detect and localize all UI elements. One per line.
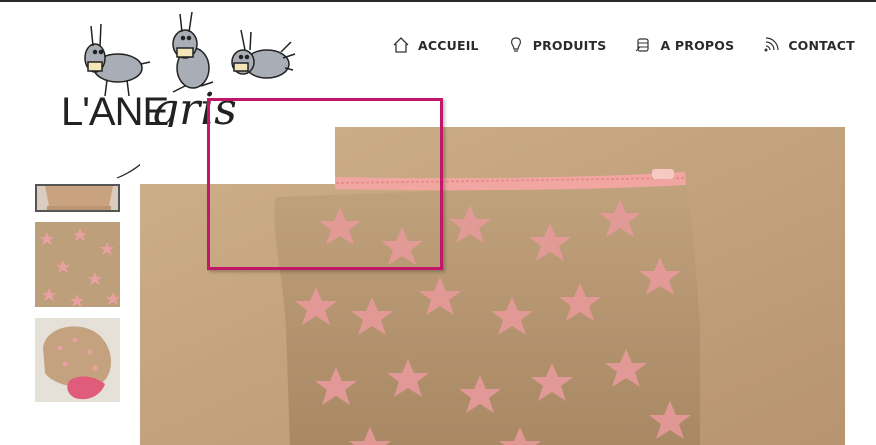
nav-label-contact: CONTACT (788, 37, 855, 53)
pink-lining-thumbnail[interactable] (35, 318, 120, 402)
signal-icon (762, 36, 780, 54)
nav-label-a-propos: A PROPOS (660, 37, 735, 53)
main-navigation: ACCUEIL PRODUITS A PROPOS CONTACT (392, 34, 855, 56)
star-fabric-thumbnail[interactable] (35, 222, 120, 307)
thread-spool-icon (634, 36, 652, 54)
nav-item-produits[interactable]: PRODUITS (507, 36, 607, 54)
pouch-bottom-thumbnail[interactable] (35, 184, 120, 212)
image-white-corner (140, 127, 335, 184)
nav-item-accueil[interactable]: ACCUEIL (392, 36, 479, 54)
nav-item-contact[interactable]: CONTACT (762, 36, 855, 54)
top-border (0, 0, 876, 2)
nav-label-accueil: ACCUEIL (418, 37, 479, 53)
nav-label-produits: PRODUITS (532, 37, 607, 53)
home-icon (392, 36, 410, 54)
nav-item-a-propos[interactable]: A PROPOS (634, 36, 734, 54)
lightbulb-icon (507, 36, 525, 54)
logo-text-gris: gris (151, 84, 237, 135)
